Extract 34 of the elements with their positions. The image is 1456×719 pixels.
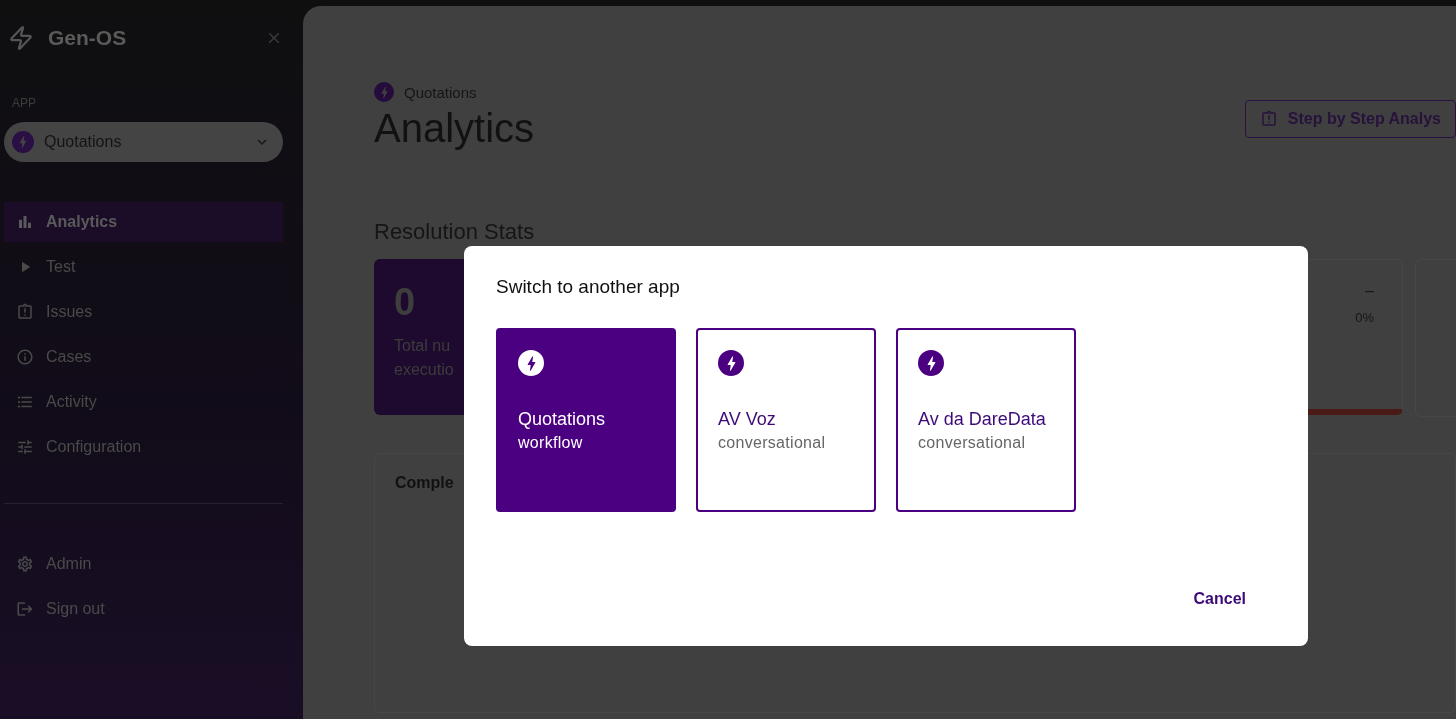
app-card[interactable]: AV Voz conversational xyxy=(696,328,876,512)
lightning-icon xyxy=(374,82,394,102)
info-icon xyxy=(16,348,34,366)
app-name: AV Voz xyxy=(718,408,777,431)
lightning-icon xyxy=(8,25,34,51)
nav-item[interactable]: Cases xyxy=(4,337,283,377)
bar-chart-icon xyxy=(16,213,34,231)
sign-out-icon xyxy=(16,600,34,618)
clipboard-alert-icon xyxy=(16,303,34,321)
app-type: conversational xyxy=(918,434,1027,452)
lightning-icon xyxy=(518,350,544,376)
nav-item[interactable]: Configuration xyxy=(4,427,283,467)
nav-item[interactable]: Sign out xyxy=(4,589,283,629)
nav-item[interactable]: Issues xyxy=(4,292,283,332)
app-name: Quotations xyxy=(518,408,607,431)
clipboard-alert-icon xyxy=(1259,110,1278,128)
settings-icon xyxy=(16,555,34,573)
nav-item[interactable]: Test xyxy=(4,247,283,287)
lightning-icon xyxy=(12,131,34,153)
nav-item[interactable]: Activity xyxy=(4,382,283,422)
app-type: conversational xyxy=(718,434,827,452)
app-card[interactable]: Quotations workflow xyxy=(496,328,676,512)
dialog-title: Switch to another app xyxy=(496,276,681,298)
lightning-icon xyxy=(718,350,744,376)
cancel-button[interactable]: Cancel xyxy=(1163,582,1276,616)
stat-value: – xyxy=(1365,282,1374,300)
lightning-icon xyxy=(918,350,944,376)
app-card[interactable]: Av da DareData conversational xyxy=(896,328,1076,512)
sliders-icon xyxy=(16,438,34,456)
nav-item[interactable]: Admin xyxy=(4,544,283,584)
nav-item[interactable]: Analytics xyxy=(4,202,283,242)
brand-name: Gen-OS xyxy=(48,26,128,50)
app-name: Av da DareData xyxy=(918,408,1047,431)
app-type: workflow xyxy=(518,434,584,452)
